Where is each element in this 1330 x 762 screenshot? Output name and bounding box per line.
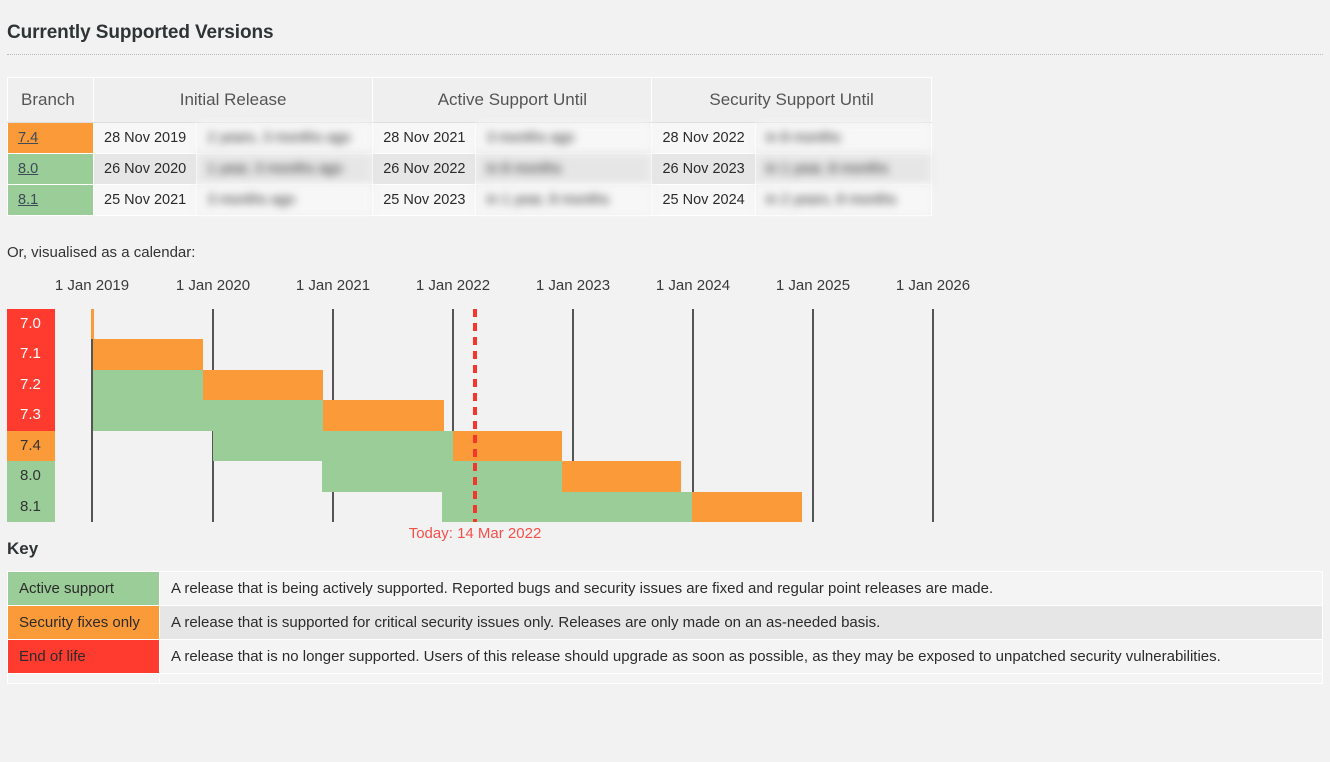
chart-bar: [93, 339, 203, 370]
branch-link[interactable]: 8.1: [18, 192, 38, 208]
active-support-relative-cell: in 1 year, 8 months: [475, 184, 653, 216]
security-support-relative-cell: in 2 years, 8 months: [754, 184, 932, 216]
title-divider: [7, 54, 1323, 55]
chart-gridline: [692, 309, 694, 522]
table-header-row: Branch Initial Release Active Support Un…: [7, 77, 932, 123]
chart-bar: [93, 400, 323, 431]
chart-bar: [91, 309, 94, 340]
key-row: Active support A release that is being ac…: [7, 571, 1323, 606]
chart-row-labels: 7.0 7.1 7.2 7.3 7.4 8.0 8.1: [7, 309, 55, 522]
key-title: Key: [7, 539, 39, 558]
chart-gridline: [932, 309, 934, 522]
column-header-branch: Branch: [7, 77, 94, 123]
chart-bar: [203, 369, 323, 401]
security-support-relative-cell: in 8 months: [754, 122, 932, 154]
initial-release-relative-cell: 3 months ago: [196, 184, 374, 216]
branch-link[interactable]: 7.4: [18, 130, 38, 146]
key-row: Security fixes only A release that is sup…: [7, 605, 1323, 640]
initial-release-relative-cell: 1 year, 3 months ago: [196, 153, 374, 185]
key-table: Active support A release that is being ac…: [7, 571, 1323, 684]
chart-x-axis: 1 Jan 2019 1 Jan 2020 1 Jan 2021 1 Jan 2022…: [7, 277, 1323, 301]
chart-gridline: [812, 309, 814, 522]
chart-row-label: 8.1: [7, 491, 55, 522]
spacer-cell: [7, 673, 160, 684]
chart-plot-area: 7.0 7.1 7.2 7.3 7.4 8.0 8.1: [7, 309, 1323, 522]
branch-cell: 8.0: [7, 153, 94, 185]
chart-row-label: 8.0: [7, 461, 55, 492]
chart-bar: [453, 430, 562, 462]
axis-tick-label: 1 Jan 2023: [535, 277, 611, 294]
branch-cell: 8.1: [7, 184, 94, 216]
security-support-cell: 26 Nov 2023: [651, 153, 756, 185]
initial-release-cell: 26 Nov 2020: [92, 153, 198, 185]
today-marker-line: [473, 309, 477, 522]
security-support-cell: 25 Nov 2024: [651, 184, 756, 216]
active-support-relative-cell: in 8 months: [475, 153, 653, 185]
chart-row-label: 7.3: [7, 400, 55, 431]
table-row: 7.4 28 Nov 2019 2 years, 3 months ago 28 No…: [7, 122, 932, 154]
version-timeline-chart: 1 Jan 2019 1 Jan 2020 1 Jan 2021 1 Jan 2022…: [7, 277, 1323, 542]
today-marker-label: Today: 14 Mar 2022: [408, 525, 542, 542]
column-header-initial-release: Initial Release: [92, 77, 374, 123]
initial-release-cell: 25 Nov 2021: [92, 184, 198, 216]
supported-versions-table: Branch Initial Release Active Support Un…: [7, 77, 932, 216]
active-support-cell: 28 Nov 2021: [372, 122, 477, 154]
initial-release-relative-cell: 2 years, 3 months ago: [196, 122, 374, 154]
active-support-cell: 26 Nov 2022: [372, 153, 477, 185]
key-description: A release that is no longer supported. U…: [159, 639, 1323, 674]
chart-bar: [93, 369, 213, 401]
axis-tick-label: 1 Jan 2019: [54, 277, 130, 294]
table-row: 8.1 25 Nov 2021 3 months ago 25 Nov 2023 in …: [7, 184, 932, 216]
axis-tick-label: 1 Jan 2024: [655, 277, 731, 294]
security-support-relative-cell: in 1 year, 8 months: [754, 153, 932, 185]
key-label: Security fixes only: [7, 605, 160, 640]
chart-bar: [213, 430, 453, 462]
security-support-cell: 28 Nov 2022: [651, 122, 756, 154]
calendar-intro-text: Or, visualised as a calendar:: [7, 244, 196, 261]
chart-row-label: 7.2: [7, 369, 55, 401]
active-support-relative-cell: 3 months ago: [475, 122, 653, 154]
chart-bar: [322, 461, 562, 492]
chart-bar: [323, 400, 444, 431]
key-label: End of life: [7, 639, 160, 674]
axis-tick-label: 1 Jan 2022: [415, 277, 491, 294]
column-header-active-support: Active Support Until: [372, 77, 653, 123]
chart-bar: [562, 461, 681, 492]
page-root: Currently Supported Versions Branch Init…: [0, 0, 1330, 762]
key-description: A release that is being actively support…: [159, 571, 1323, 606]
chart-row-label: 7.0: [7, 309, 55, 340]
table-row: 8.0 26 Nov 2020 1 year, 3 months ago 26 Nov…: [7, 153, 932, 185]
chart-row-label: 7.1: [7, 339, 55, 370]
chart-bar: [692, 491, 802, 522]
active-support-cell: 25 Nov 2023: [372, 184, 477, 216]
chart-row-label: 7.4: [7, 430, 55, 462]
chart-bar: [442, 491, 692, 522]
key-description: A release that is supported for critical…: [159, 605, 1323, 640]
key-label: Active support: [7, 571, 160, 606]
axis-tick-label: 1 Jan 2025: [775, 277, 851, 294]
initial-release-cell: 28 Nov 2019: [92, 122, 198, 154]
key-table-spacer: [7, 673, 1323, 684]
axis-tick-label: 1 Jan 2020: [175, 277, 251, 294]
branch-cell: 7.4: [7, 122, 94, 154]
axis-tick-label: 1 Jan 2021: [295, 277, 371, 294]
column-header-security-support: Security Support Until: [651, 77, 932, 123]
axis-tick-label: 1 Jan 2026: [895, 277, 971, 294]
page-title: Currently Supported Versions: [7, 22, 274, 43]
spacer-cell: [159, 673, 1323, 684]
branch-link[interactable]: 8.0: [18, 161, 38, 177]
key-row: End of life A release that is no longer s…: [7, 639, 1323, 674]
